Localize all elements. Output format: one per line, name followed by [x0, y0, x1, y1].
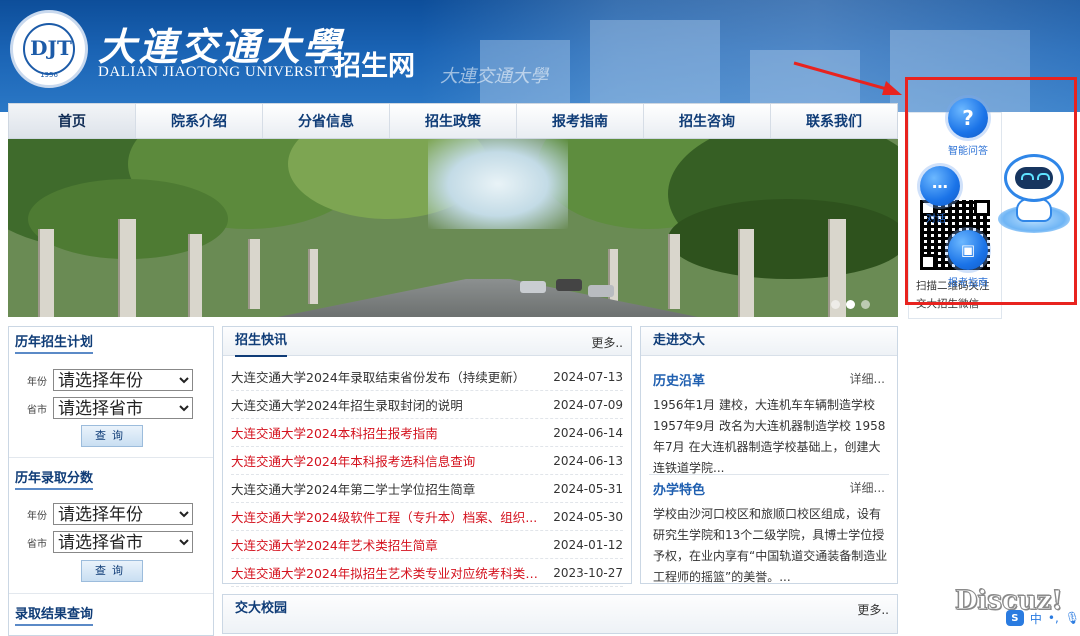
- plan-year-select[interactable]: 请选择年份: [53, 369, 193, 391]
- main-nav: 首页 院系介绍 分省信息 招生政策 报考指南 招生咨询 联系我们: [8, 103, 898, 139]
- plan-query-button[interactable]: 查询: [81, 425, 143, 447]
- news-item[interactable]: 大连交通大学2024年录取结束省份发布（持续更新） 2024-07-13: [231, 363, 623, 391]
- feature-title[interactable]: 办学特色: [653, 479, 705, 498]
- news-item-date: 2023-10-27: [553, 566, 623, 580]
- news-item[interactable]: 大连交通大学2024年艺术类招生简章 2024-01-12: [231, 531, 623, 559]
- site-name: 招生网: [334, 44, 415, 83]
- score-query-button[interactable]: 查询: [81, 560, 143, 582]
- banner-pagination: [831, 300, 870, 309]
- campus-panel: 交大校园 更多..: [222, 594, 898, 634]
- news-item[interactable]: 大连交通大学2024年第二学士学位招生简章 2024-05-31: [231, 475, 623, 503]
- news-item-date: 2024-07-13: [553, 370, 623, 384]
- banner-dot-1[interactable]: [831, 300, 840, 309]
- ime-language-toggle[interactable]: 中: [1030, 610, 1042, 627]
- nav-province-info[interactable]: 分省信息: [263, 104, 390, 138]
- news-item-title[interactable]: 大连交通大学2024年拟招生艺术类专业对应统考科类公告: [231, 563, 541, 582]
- news-item[interactable]: 大连交通大学2024本科招生报考指南 2024-06-14: [231, 419, 623, 447]
- news-item-title[interactable]: 大连交通大学2024年录取结束省份发布（持续更新）: [231, 367, 525, 386]
- about-title: 走进交大: [653, 327, 705, 355]
- history-title[interactable]: 历史沿革: [653, 370, 705, 389]
- news-more-link[interactable]: 更多..: [591, 327, 623, 359]
- news-title: 招生快讯: [235, 327, 287, 357]
- admission-query-panel: 历年招生计划 年份 请选择年份 省市 请选择省市 查询 历年录取分数 年份 请选…: [8, 326, 214, 636]
- news-item[interactable]: 大连交通大学2024年拟招生艺术类专业对应统考科类公告 2023-10-27: [231, 559, 623, 587]
- news-item-date: 2024-01-12: [553, 538, 623, 552]
- result-section-title[interactable]: 录取结果查询: [15, 603, 93, 626]
- header-calligraphy-watermark: 大連交通大學: [440, 62, 548, 88]
- news-item[interactable]: 大连交通大学2024级软件工程（专升本）档案、组织... 2024-05-30: [231, 503, 623, 531]
- annotation-highlight-box: [905, 77, 1077, 305]
- news-item-date: 2024-06-14: [553, 426, 623, 440]
- hero-banner-photo[interactable]: [8, 139, 898, 317]
- microphone-icon[interactable]: 🎙: [1065, 611, 1080, 625]
- score-province-label: 省市: [27, 535, 53, 550]
- banner-dot-3[interactable]: [861, 300, 870, 309]
- feature-text: 学校由沙河口校区和旅顺口校区组成，设有研究生学院和13个二级学院，具博士学位授予…: [653, 504, 889, 588]
- ime-toolbar: S 中 •, 🎙: [930, 608, 1080, 628]
- banner-dot-2[interactable]: [846, 300, 855, 309]
- score-year-select[interactable]: 请选择年份: [53, 503, 193, 525]
- history-text: 1956年1月 建校，大连机车车辆制造学校 1957年9月 改名为大连机器制造学…: [653, 395, 889, 479]
- news-item-title[interactable]: 大连交通大学2024年艺术类招生简章: [231, 535, 438, 554]
- news-item[interactable]: 大连交通大学2024年招生录取封闭的说明 2024-07-09: [231, 391, 623, 419]
- news-panel: 招生快讯 更多.. 大连交通大学2024年录取结束省份发布（持续更新） 2024-…: [222, 326, 632, 584]
- university-seal-logo[interactable]: DJT 1956: [10, 10, 88, 88]
- plan-province-select[interactable]: 请选择省市: [53, 397, 193, 419]
- plan-section-title[interactable]: 历年招生计划: [15, 331, 93, 354]
- news-item-date: 2024-07-09: [553, 398, 623, 412]
- university-name-cn: 大連交通大學: [98, 16, 344, 71]
- nav-guide[interactable]: 报考指南: [517, 104, 644, 138]
- news-item-title[interactable]: 大连交通大学2024年第二学士学位招生简章: [231, 479, 475, 498]
- news-item-title[interactable]: 大连交通大学2024级软件工程（专升本）档案、组织...: [231, 507, 537, 526]
- news-item-title[interactable]: 大连交通大学2024年招生录取封闭的说明: [231, 395, 463, 414]
- nav-consult[interactable]: 招生咨询: [644, 104, 771, 138]
- seal-monogram: DJT: [25, 36, 77, 60]
- plan-province-label: 省市: [27, 401, 53, 416]
- news-item-date: 2024-05-31: [553, 482, 623, 496]
- feature-more-link[interactable]: 详细...: [850, 479, 885, 496]
- news-item[interactable]: 大连交通大学2024年本科报考选科信息查询 2024-06-13: [231, 447, 623, 475]
- seal-year: 1956: [13, 71, 85, 79]
- news-item-date: 2024-05-30: [553, 510, 623, 524]
- nav-policy[interactable]: 招生政策: [390, 104, 517, 138]
- news-item-title[interactable]: 大连交通大学2024年本科报考选科信息查询: [231, 451, 475, 470]
- sogou-ime-icon[interactable]: S: [1006, 610, 1024, 626]
- news-item-title[interactable]: 大连交通大学2024本科招生报考指南: [231, 423, 438, 442]
- campus-more-link[interactable]: 更多..: [857, 595, 889, 625]
- score-section-title[interactable]: 历年录取分数: [15, 467, 93, 490]
- nav-contact[interactable]: 联系我们: [771, 104, 897, 138]
- news-list: 大连交通大学2024年录取结束省份发布（持续更新）2024-07-13大连交通大…: [231, 363, 623, 587]
- university-name-en: DALIAN JIAOTONG UNIVERSITY: [98, 64, 340, 81]
- score-province-select[interactable]: 请选择省市: [53, 531, 193, 553]
- history-more-link[interactable]: 详细...: [850, 370, 885, 387]
- campus-title: 交大校园: [235, 595, 287, 623]
- about-panel: 走进交大 历史沿革 详细... 1956年1月 建校，大连机车车辆制造学校 19…: [640, 326, 898, 584]
- ime-punctuation-icon[interactable]: •,: [1048, 611, 1059, 625]
- nav-home[interactable]: 首页: [9, 104, 136, 138]
- plan-year-label: 年份: [27, 373, 53, 388]
- nav-departments[interactable]: 院系介绍: [136, 104, 263, 138]
- annotation-arrow-icon: [790, 55, 910, 100]
- score-year-label: 年份: [27, 507, 53, 522]
- news-item-date: 2024-06-13: [553, 454, 623, 468]
